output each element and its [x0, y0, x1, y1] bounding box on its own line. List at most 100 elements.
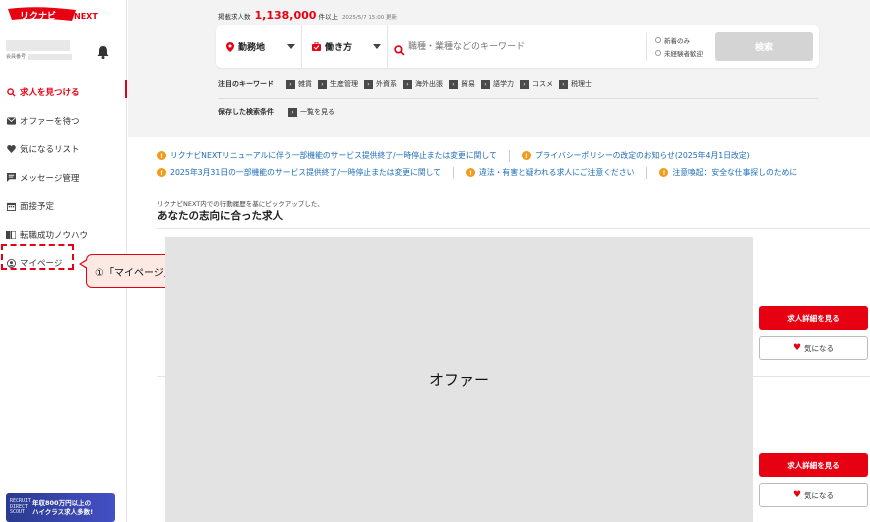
favorite-button[interactable]: ♥ 気になる	[759, 483, 868, 507]
svg-text:リクナビ: リクナビ	[20, 10, 56, 22]
notice-text: 2025年3月31日の一部機能のサービス提供終了/一時停止または変更に関して	[170, 168, 442, 177]
keyword-text: 外資系	[376, 80, 397, 88]
sidebar-item-label: 面接予定	[20, 202, 55, 213]
count-suffix: 件以上	[318, 13, 338, 21]
location-label: 勤務地	[238, 43, 266, 53]
updated-time: 2025/5/7 15:00 更新	[341, 15, 397, 21]
pin-icon	[226, 41, 234, 52]
offer-placeholder: オファー	[165, 237, 753, 522]
keyword-link[interactable]: › 雑貨	[286, 79, 312, 89]
keyword-link[interactable]: › 生産管理	[318, 79, 358, 89]
banner-text: 年収800万円以上の ハイクラス求人多数!	[32, 499, 93, 517]
search-header: 掲載求人数 1,138,000 件以上 2025/5/7 15:00 更新 勤務…	[128, 0, 870, 137]
inexperienced-checkbox[interactable]: 未経験者歓迎	[655, 46, 714, 59]
keyword-text: 貿易	[461, 80, 475, 88]
arrow-right-icon: ›	[449, 79, 458, 89]
arrow-right-icon: ›	[481, 79, 490, 89]
arrow-right-icon: ›	[403, 79, 412, 89]
chevron-down-icon	[373, 44, 381, 49]
alert-icon: !	[466, 168, 476, 177]
recommend-subtitle: リクナビNEXT内での行動履歴を基にピックアップした、	[157, 200, 324, 208]
book-icon	[6, 230, 16, 240]
banner-text-line: ハイクラス求人多数!	[32, 507, 94, 516]
banner-brand: RECRUIT DIRECT SCOUT	[10, 499, 32, 516]
heart-icon: ♥	[792, 343, 802, 353]
search-icon	[6, 87, 16, 97]
keyword-link[interactable]: › 貿易	[449, 79, 475, 89]
keyword-link[interactable]: › 外資系	[364, 79, 397, 89]
keyword-link[interactable]: › コスメ	[520, 79, 553, 89]
keyword-text: 雑貨	[298, 80, 312, 88]
keyword-text: 税理士	[571, 80, 592, 88]
recommend-title: あなたの志向に合った求人	[157, 210, 283, 222]
checkbox-circle	[655, 36, 661, 43]
keyword-text: コスメ	[532, 80, 553, 88]
favorite-button[interactable]: ♥ 気になる	[759, 336, 868, 360]
sidebar-item-messages[interactable]: メッセージ管理	[0, 164, 127, 193]
sidebar-item-label: 転職成功ノウハウ	[20, 230, 89, 241]
notice-text: リクナビNEXTリニューアルに伴う一部機能のサービス提供終了/一時停止または変更…	[170, 151, 497, 160]
sidebar-item-favorites[interactable]: 気になるリスト	[0, 135, 127, 164]
notice-separator	[508, 149, 510, 162]
briefcase-icon	[312, 42, 321, 51]
featured-keywords-label: 注目のキーワード	[218, 80, 274, 88]
arrow-right-icon: ›	[364, 79, 373, 89]
divider	[157, 228, 870, 229]
count-value: 1,138,000	[254, 9, 317, 22]
workstyle-select[interactable]: 働き方	[302, 25, 388, 68]
saved-searches: 保存した検索条件 › 一覧を見る	[218, 107, 341, 117]
arrow-right-icon: ›	[318, 79, 327, 89]
saved-searches-label: 保存した検索条件	[218, 108, 274, 116]
alert-icon: !	[659, 168, 669, 177]
featured-keywords: 注目のキーワード › 雑貨 › 生産管理 › 外資系 › 海外出張 › 貿易 › 語学力 ›…	[218, 79, 598, 89]
bell-icon[interactable]	[96, 44, 110, 59]
saved-link-text: 一覧を見る	[300, 108, 335, 116]
sidebar-item-find-jobs[interactable]: 求人を見つける	[0, 78, 127, 107]
sidebar-item-label: メッセージ管理	[20, 173, 80, 184]
notice-separator	[646, 166, 648, 179]
favorite-label: 気になる	[804, 490, 835, 500]
notice-separator	[453, 166, 455, 179]
favorite-label: 気になる	[804, 343, 835, 353]
offer-placeholder-text: オファー	[428, 371, 489, 389]
checkbox-circle	[655, 49, 661, 56]
keyword-link[interactable]: › 海外出張	[403, 79, 443, 89]
banner-brand-line: SCOUT	[10, 509, 26, 516]
rikunabi-logo[interactable]: リクナビ NEXT	[6, 6, 106, 24]
divider	[218, 98, 818, 99]
notice-link[interactable]: ! 注意喚起：安全な仕事探しのために	[659, 167, 797, 178]
mypage-highlight-frame	[1, 244, 74, 270]
sidebar-item-wait-offers[interactable]: オファーを待つ	[0, 107, 127, 136]
location-select[interactable]: 勤務地	[216, 25, 302, 68]
count-prefix: 掲載求人数	[218, 13, 251, 21]
keyword-text: 語学力	[493, 80, 514, 88]
notice-link[interactable]: ! プライバシーポリシーの改定のお知らせ(2025年4月1日改定)	[521, 150, 750, 161]
notice-link[interactable]: ! 違法・有害と疑われる求人にご注意ください	[466, 167, 634, 178]
search-box: 勤務地 働き方 新着のみ 未経験者歓迎 検索	[216, 25, 819, 68]
keyword-input[interactable]	[388, 25, 642, 68]
arrow-right-icon: ›	[520, 79, 529, 89]
new-only-checkbox[interactable]: 新着のみ	[655, 33, 714, 46]
sidebar-item-interviews[interactable]: 面接予定	[0, 192, 127, 221]
job-count: 掲載求人数 1,138,000 件以上 2025/5/7 15:00 更新	[218, 9, 397, 22]
page-root: リクナビ NEXT 会員番号 求人を見つける オファーを待つ 気になるリスト メ…	[0, 0, 870, 522]
svg-text:NEXT: NEXT	[74, 12, 98, 21]
arrow-right-icon: ›	[288, 107, 297, 117]
member-number-label: 会員番号	[6, 54, 27, 60]
notice-text: 違法・有害と疑われる求人にご注意ください	[479, 168, 635, 177]
keyword-text: 生産管理	[330, 80, 358, 88]
notice-link[interactable]: ! リクナビNEXTリニューアルに伴う一部機能のサービス提供終了/一時停止または変…	[157, 150, 497, 161]
keyword-link[interactable]: › 語学力	[481, 79, 514, 89]
job-detail-button[interactable]: 求人詳細を見る	[759, 306, 868, 330]
job-detail-button[interactable]: 求人詳細を見る	[759, 453, 868, 477]
search-button[interactable]: 検索	[715, 32, 813, 61]
notice-text: プライバシーポリシーの改定のお知らせ(2025年4月1日改定)	[534, 151, 750, 160]
sidebar-item-label: オファーを待つ	[20, 116, 80, 127]
saved-searches-link[interactable]: › 一覧を見る	[288, 107, 335, 117]
user-info: 会員番号	[6, 40, 72, 62]
notice-link[interactable]: ! 2025年3月31日の一部機能のサービス提供終了/一時停止または変更に関して	[157, 167, 441, 178]
keyword-link[interactable]: › 税理士	[559, 79, 592, 89]
notice-list: ! リクナビNEXTリニューアルに伴う一部機能のサービス提供終了/一時停止または変…	[157, 147, 870, 181]
direct-scout-banner[interactable]: RECRUIT DIRECT SCOUT 年収800万円以上の ハイクラス求人多…	[6, 493, 115, 522]
mail-icon	[6, 116, 16, 126]
